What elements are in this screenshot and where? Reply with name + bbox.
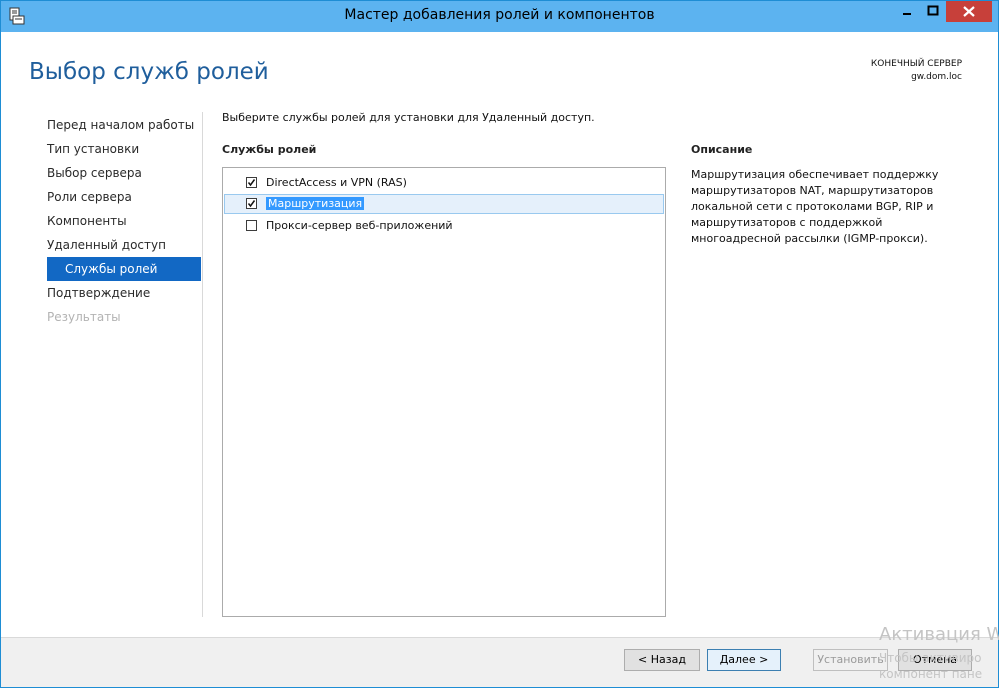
wizard-header: Выбор служб ролей КОНЕЧНЫЙ СЕРВЕР gw.dom… bbox=[1, 32, 998, 102]
close-icon bbox=[963, 6, 975, 17]
install-button: Установить bbox=[813, 649, 888, 671]
checkbox-routing[interactable] bbox=[246, 198, 257, 209]
checkmark-icon bbox=[247, 179, 256, 187]
nav-step-results: Результаты bbox=[47, 310, 121, 324]
page-title: Выбор служб ролей bbox=[29, 59, 269, 85]
destination-label: КОНЕЧНЫЙ СЕРВЕР bbox=[870, 59, 962, 69]
nav-step-confirmation[interactable]: Подтверждение bbox=[47, 281, 201, 305]
nav-step-installation-type[interactable]: Тип установки bbox=[47, 137, 201, 161]
nav-step-server-selection[interactable]: Выбор сервера bbox=[47, 161, 201, 185]
description-text: Маршрутизация обеспечивает поддержку мар… bbox=[691, 168, 939, 245]
activation-watermark-text: Чтобы активиро компонент пане bbox=[879, 650, 982, 682]
nav-step-before-you-begin[interactable]: Перед началом работы bbox=[47, 113, 201, 137]
list-item[interactable]: DirectAccess и VPN (RAS) bbox=[224, 173, 664, 193]
destination-server-name: gw.dom.loc bbox=[911, 72, 962, 82]
close-button[interactable] bbox=[946, 1, 992, 22]
maximize-button[interactable] bbox=[920, 1, 946, 22]
checkmark-icon bbox=[247, 200, 256, 208]
nav-step-server-roles[interactable]: Роли сервера bbox=[47, 185, 201, 209]
nav-divider bbox=[202, 112, 203, 617]
minimize-button[interactable] bbox=[894, 1, 920, 22]
next-button[interactable]: Далее > bbox=[707, 649, 781, 671]
minimize-icon bbox=[903, 13, 911, 15]
title-bar[interactable]: Мастер добавления ролей и компонентов bbox=[1, 1, 998, 32]
nav-step-remote-access[interactable]: Удаленный доступ bbox=[47, 233, 201, 257]
wizard-window: Мастер добавления ролей и компонентов Вы… bbox=[0, 0, 999, 688]
list-item[interactable]: Маршрутизация bbox=[224, 194, 664, 214]
destination-server: КОНЕЧНЫЙ СЕРВЕР gw.dom.loc bbox=[871, 58, 962, 84]
list-item[interactable]: Прокси-сервер веб-приложений bbox=[224, 216, 664, 236]
intro-text: Выберите службы ролей для установки для … bbox=[222, 111, 595, 124]
list-item-label: Прокси-сервер веб-приложений bbox=[266, 219, 453, 232]
maximize-icon bbox=[927, 5, 939, 16]
role-services-header: Службы ролей bbox=[222, 143, 317, 156]
role-services-list[interactable]: DirectAccess и VPN (RAS) Маршрутизация П… bbox=[222, 167, 666, 617]
description-header: Описание bbox=[691, 143, 753, 156]
wizard-steps-nav: Перед началом работы Тип установки Выбор… bbox=[47, 113, 201, 329]
back-button[interactable]: < Назад bbox=[624, 649, 700, 671]
checkbox-web-application-proxy[interactable] bbox=[246, 220, 257, 231]
activation-watermark-line: компонент пане bbox=[879, 667, 983, 681]
activation-watermark-line: Чтобы активиро bbox=[879, 651, 982, 665]
list-item-label: DirectAccess и VPN (RAS) bbox=[266, 176, 407, 189]
activation-watermark-title: Активация W bbox=[879, 624, 999, 645]
checkbox-directaccess-vpn[interactable] bbox=[246, 177, 257, 188]
nav-step-role-services[interactable]: Службы ролей bbox=[47, 257, 201, 281]
nav-step-features[interactable]: Компоненты bbox=[47, 209, 201, 233]
window-title: Мастер добавления ролей и компонентов bbox=[344, 7, 655, 23]
list-item-label: Маршрутизация bbox=[266, 197, 365, 210]
